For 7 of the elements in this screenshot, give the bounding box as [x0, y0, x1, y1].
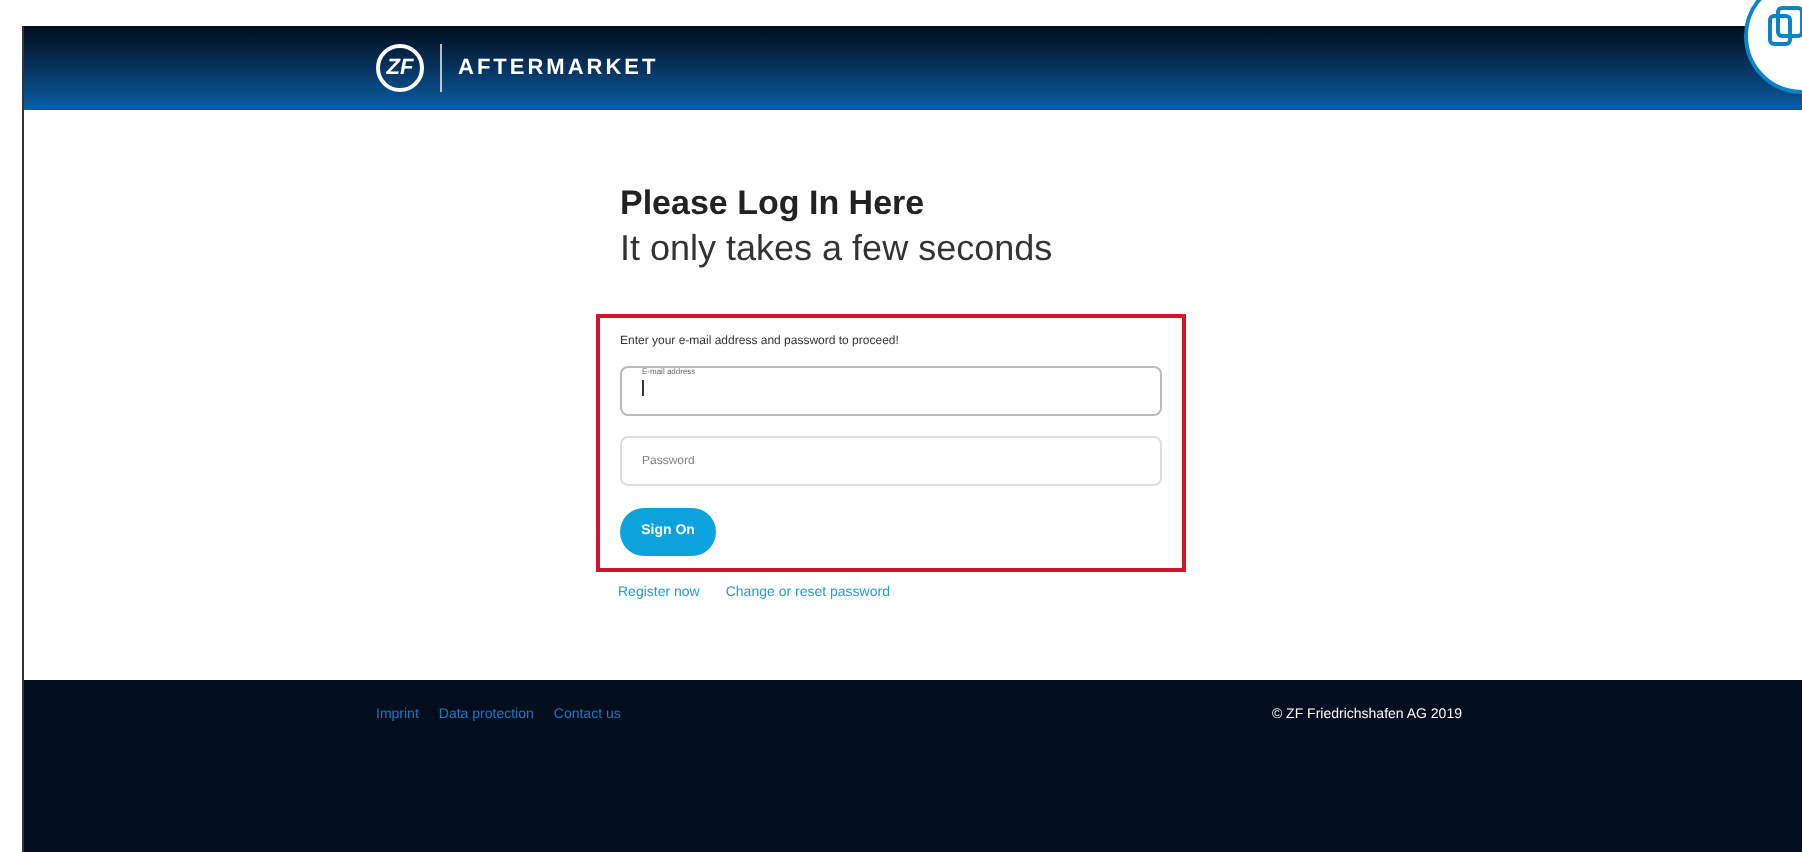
- copy-icon[interactable]: [1742, 0, 1802, 96]
- email-field[interactable]: [620, 365, 1162, 415]
- page-title: Please Log In Here: [620, 182, 927, 226]
- zf-logo[interactable]: ZF: [376, 44, 424, 92]
- brand-name: AFTERMARKET: [458, 53, 659, 84]
- text-cursor: [642, 380, 644, 396]
- page-subtitle: It only takes a few seconds: [620, 226, 1055, 270]
